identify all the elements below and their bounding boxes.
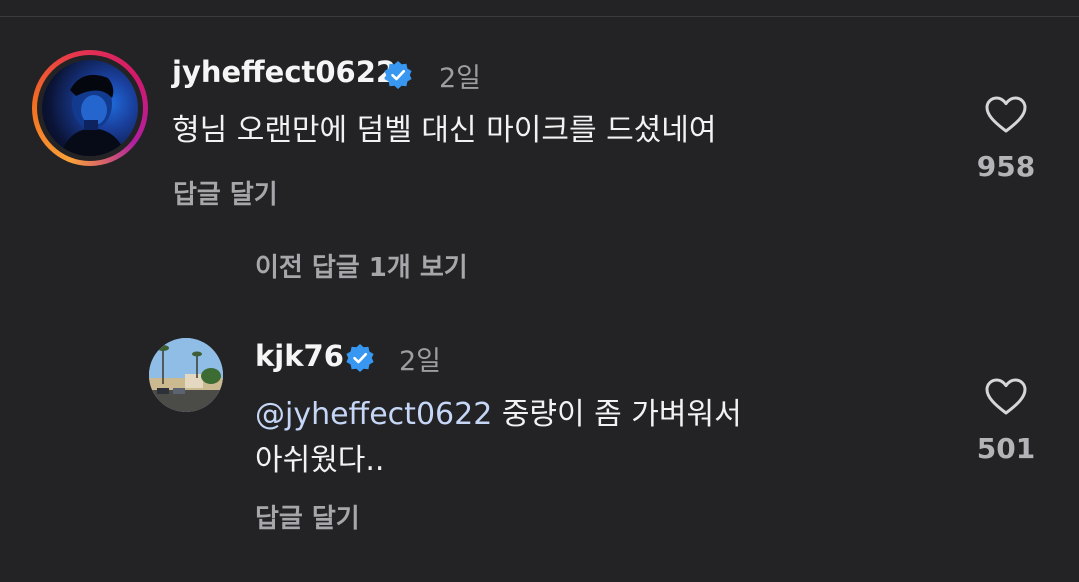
reply-text-body: 중량이 좀 가벼워서 [492, 397, 742, 432]
comment-time: 2일 [439, 63, 482, 94]
reply-username[interactable]: kjk76 [255, 339, 344, 373]
comment-username[interactable]: jyheffect0622 [172, 55, 396, 89]
reply-button[interactable]: 답글 달기 [173, 174, 278, 211]
reply-text-line-1: @jyheffect0622 중량이 좀 가벼워서 [255, 392, 742, 438]
reply-text-line-2: 아쉬웠다.. [255, 443, 385, 478]
comment-like-count: 958 [976, 150, 1036, 183]
reply-like-count: 501 [976, 432, 1036, 465]
avatar-jyheffect0622 [42, 60, 138, 156]
avatar-street-image [149, 338, 223, 412]
avatar-ring-gap [37, 55, 143, 161]
heart-outline-icon[interactable] [984, 377, 1028, 417]
verified-badge-icon [384, 61, 412, 89]
comment-text: 형님 오랜만에 덤벨 대신 마이크를 드셨네여 [172, 113, 717, 148]
verified-badge-icon [346, 344, 374, 372]
reply-button[interactable]: 답글 달기 [255, 498, 360, 535]
avatar-kjk76[interactable] [149, 338, 223, 412]
view-previous-replies-button[interactable]: 이전 답글 1개 보기 [255, 247, 468, 284]
reply-time: 2일 [399, 346, 442, 377]
top-divider [0, 16, 1079, 17]
comments-screen: jyheffect0622 2일 형님 오랜만에 덤벨 대신 마이크를 드셨네여… [0, 0, 1079, 582]
mention-link[interactable]: @jyheffect0622 [255, 397, 492, 432]
avatar-portrait-image [60, 74, 126, 156]
story-ring-avatar[interactable] [32, 50, 148, 166]
heart-outline-icon[interactable] [984, 95, 1028, 135]
